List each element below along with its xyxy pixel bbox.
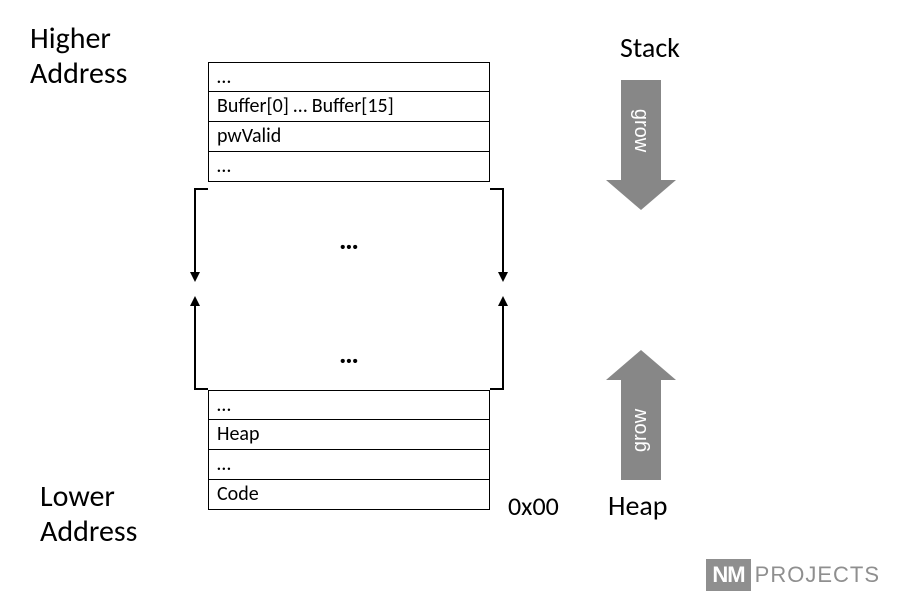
logo-projects: PROJECTS: [755, 562, 880, 588]
bracket-arrow-down-icon: [194, 188, 208, 274]
stack-cell: …: [208, 152, 490, 182]
bracket-arrow-up-icon: [490, 304, 504, 390]
heap-cell: …: [208, 390, 490, 420]
lower-address-label: Lower Address: [40, 480, 137, 549]
stack-label: Stack: [620, 32, 680, 64]
heap-cell: …: [208, 450, 490, 480]
heap-label: Heap: [608, 490, 668, 522]
bracket-arrow-down-icon: [490, 188, 504, 274]
ellipsis-icon: …: [208, 222, 490, 257]
grow-text: grow: [630, 408, 653, 451]
higher-address-label: Higher Address: [30, 22, 127, 91]
stack-cell: …: [208, 62, 490, 92]
heap-code-table: … Heap … Code: [208, 390, 490, 510]
grow-text: grow: [630, 108, 653, 151]
stack-frame-table: … Buffer[0] … Buffer[15] pwValid …: [208, 62, 490, 182]
heap-cell-code: Code: [208, 480, 490, 510]
logo-nm: NM: [706, 559, 750, 591]
bracket-arrow-up-icon: [194, 304, 208, 390]
stack-cell-buffer: Buffer[0] … Buffer[15]: [208, 92, 490, 122]
heap-grow-arrow-icon: grow: [606, 350, 676, 480]
stack-cell-pwvalid: pwValid: [208, 122, 490, 152]
nmprojects-logo: NM PROJECTS: [706, 559, 880, 591]
ellipsis-icon: …: [208, 336, 490, 371]
address-zero-label: 0x00: [508, 492, 559, 522]
stack-grow-arrow-icon: grow: [606, 80, 676, 210]
heap-cell-heap: Heap: [208, 420, 490, 450]
memory-layout-diagram: Higher Address Lower Address 0x00 Stack …: [0, 0, 900, 603]
